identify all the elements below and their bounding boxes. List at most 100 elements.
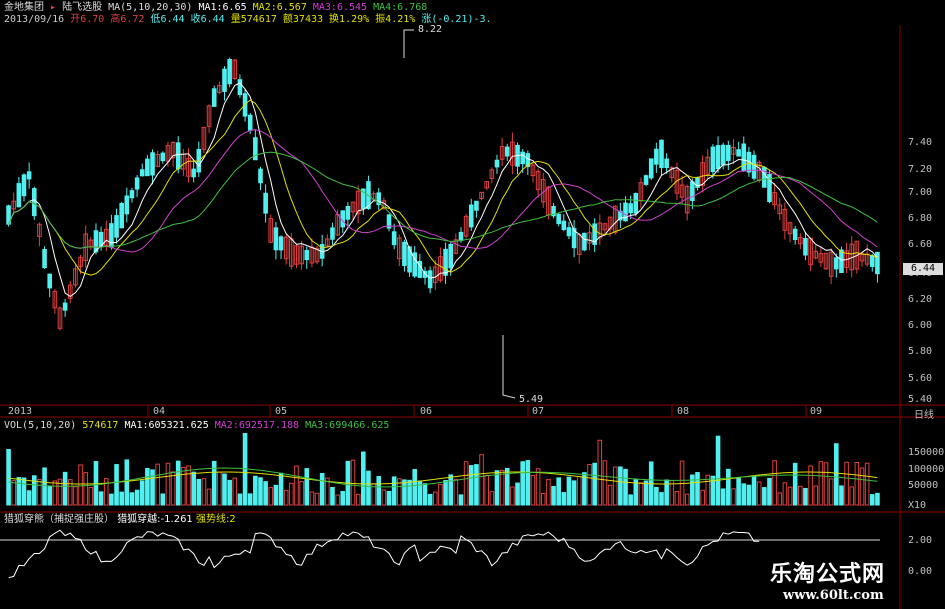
volume-bar [463, 461, 469, 506]
volume-bar [273, 484, 279, 506]
period-label[interactable]: 日线 [914, 406, 934, 421]
candle-body [803, 238, 808, 256]
volume-bar [746, 484, 752, 506]
stock-name[interactable]: 金地集团 [4, 2, 44, 13]
volume-bar [592, 462, 597, 506]
price-label: 6.60 [908, 239, 933, 250]
volume-bar [155, 463, 160, 506]
candle-body [504, 146, 510, 157]
volume-bar [556, 477, 561, 506]
volume-bar [376, 476, 382, 506]
volume-bar [114, 464, 119, 506]
volume-bar [206, 488, 212, 506]
volume-bar [643, 480, 649, 506]
vol-axis-label: 50000 [908, 480, 939, 491]
indicator-strong: 强势线:2 [195, 514, 236, 525]
volume-bar [73, 486, 78, 506]
volume-bar [139, 480, 145, 506]
vol-axis-label: 100000 [908, 464, 945, 475]
ind-axis-label: 0.00 [908, 566, 933, 577]
low-price: 低6.44 [150, 14, 185, 25]
volume-bar [731, 488, 736, 506]
ma4-value: MA4:6.768 [373, 2, 428, 13]
volume-bar [366, 470, 371, 506]
volume-bar [628, 494, 633, 506]
volume-bar [875, 492, 880, 506]
volume-bar [78, 464, 83, 506]
ma2-value: MA2:6.567 [252, 2, 307, 13]
candle-body [633, 193, 639, 214]
vol-unit: X10 [908, 500, 927, 511]
volume-bar [6, 448, 11, 506]
ma1-line [8, 82, 878, 298]
candle-body [124, 195, 130, 215]
candle-body [109, 223, 114, 248]
volume-bar [21, 477, 27, 506]
candle-body [710, 146, 716, 173]
volume-bar [849, 486, 855, 506]
time-label: 08 [677, 406, 690, 417]
volume-bar [386, 490, 392, 506]
volume-bar [530, 474, 536, 506]
volume-bar [119, 491, 124, 506]
ma3-line [8, 129, 878, 253]
volume-bar [350, 459, 356, 506]
volume-bar [484, 474, 489, 506]
ma3-value: MA3:6.545 [312, 2, 368, 13]
candle-body [659, 139, 664, 169]
candle-body [21, 174, 27, 197]
flag-label: 陆飞选股 [62, 2, 103, 13]
candle-body [114, 215, 119, 238]
price-label: 7.00 [908, 187, 933, 198]
turnover-value: 换1.29% [329, 14, 370, 25]
volume-bar [237, 493, 243, 506]
volume-bar [309, 491, 315, 506]
volume-bar [561, 492, 567, 506]
indicator-line [8, 529, 760, 579]
candle-body [869, 255, 875, 267]
volume-bar [98, 491, 104, 506]
indicator-name[interactable]: 猎狐穿熊（捕捉强庄股） [4, 514, 114, 525]
candle-body [654, 148, 659, 165]
ma-params: MA(5,10,20,30) [108, 2, 193, 13]
volume-bar [170, 471, 176, 506]
high-leader [403, 29, 414, 58]
volume-bar [217, 471, 222, 506]
candle-body [42, 249, 47, 269]
candle-body [839, 249, 844, 274]
candle-body [726, 144, 731, 161]
volume-bar [355, 493, 361, 506]
candle-body [145, 158, 150, 177]
candle-body [556, 213, 561, 225]
volume-bar [751, 475, 757, 506]
candle-body [566, 227, 572, 237]
volume-bar [129, 492, 135, 506]
volume-bar [448, 474, 454, 506]
volume-bar [175, 460, 181, 506]
volume-bar [422, 483, 428, 506]
candle-body [582, 232, 587, 251]
volume-bar [165, 462, 171, 506]
open-price: 开6.70 [70, 14, 105, 25]
volume-bar [700, 489, 705, 506]
flag-icon: ▸ [50, 2, 57, 13]
volume-bar [772, 460, 777, 506]
time-label: 04 [153, 406, 166, 417]
candle-body [139, 169, 145, 177]
high-annotation: 8.22 [418, 24, 443, 35]
volume-bar [42, 467, 47, 506]
volume-bar [520, 461, 525, 506]
low-annotation: 5.49 [519, 394, 544, 405]
vol-value: 574617 [82, 420, 119, 431]
volume-bar [767, 477, 772, 506]
candle-body [345, 206, 351, 220]
time-label: 2013 [8, 406, 33, 417]
candle-body [427, 270, 433, 289]
time-label: 09 [810, 406, 823, 417]
volume-bar [427, 493, 433, 506]
candle-body [720, 144, 726, 166]
candle-body [278, 236, 284, 251]
candle-body [520, 151, 525, 165]
price-label: 6.20 [908, 294, 933, 305]
volume-bar [695, 472, 700, 506]
